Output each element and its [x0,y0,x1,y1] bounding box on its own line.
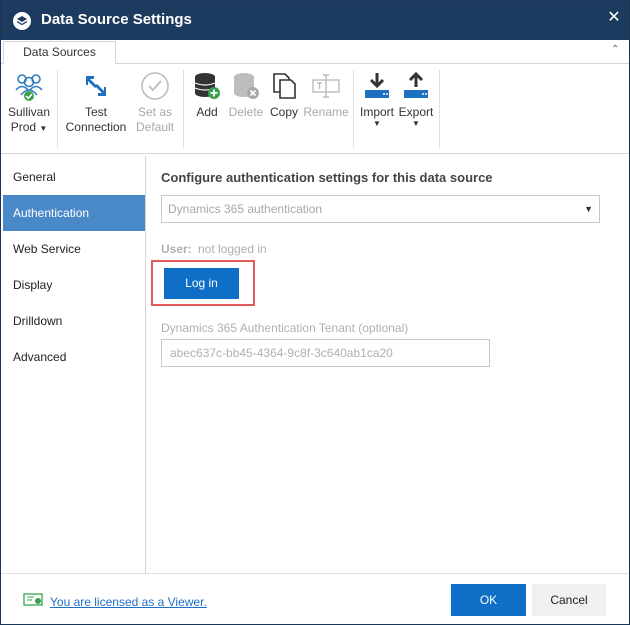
connection-test-icon [86,76,106,96]
chevron-down-icon: ▼ [412,119,420,128]
ribbon-separator [439,70,440,148]
close-icon[interactable]: ✕ [603,7,625,29]
user-label: User: [161,242,192,256]
sidebar-item-advanced[interactable]: Advanced [3,339,145,375]
rename-button[interactable]: Rename [302,70,350,120]
settings-sidebar: General Authentication Web Service Displ… [1,156,146,573]
data-source-dropdown[interactable]: Sullivan Prod ▼ [5,70,53,136]
authentication-panel: Configure authentication settings for th… [147,156,629,573]
dialog-footer: You are licensed as a Viewer. OK Cancel [1,573,629,624]
import-button[interactable]: Import ▼ [358,70,396,128]
window-title: Data Source Settings [41,11,192,28]
setdefault-line1: Set as [137,105,173,119]
add-label: Add [196,105,218,119]
copy-icon [273,73,296,99]
sidebar-item-general[interactable]: General [3,159,145,195]
login-button[interactable]: Log in [164,268,239,299]
check-circle-icon [141,72,169,100]
ribbon-tabstrip: Data Sources ⌃ [1,40,629,64]
ribbon-separator [57,70,58,148]
test-connection-button[interactable]: Test Connection [63,70,129,135]
import-label: Import [359,105,394,119]
ribbon-separator [183,70,184,148]
export-label: Export [398,105,434,119]
user-value: not logged in [198,242,267,256]
ribbon-separator [353,70,354,148]
panel-heading: Configure authentication settings for th… [161,170,493,185]
cancel-button[interactable]: Cancel [532,584,606,616]
title-bar: Data Source Settings ✕ [1,1,629,40]
collapse-ribbon-icon[interactable]: ⌃ [611,44,619,55]
sidebar-item-display[interactable]: Display [3,267,145,303]
license-link[interactable]: You are licensed as a Viewer. [50,595,207,609]
tenant-field[interactable]: abec637c-bb45-4364-9c8f-3c640ab1ca20 [161,339,490,367]
sidebar-item-authentication[interactable]: Authentication [3,195,145,231]
users-icon [15,74,43,101]
chevron-down-icon: ▼ [39,124,48,133]
import-icon [365,73,389,98]
ok-button[interactable]: OK [451,584,526,616]
add-button[interactable]: Add [191,70,223,120]
license-certificate-icon [23,593,43,606]
delete-label: Delete [228,105,264,119]
source-line2: Prod [10,120,37,134]
set-default-button[interactable]: Set as Default [133,70,177,135]
source-line1: Sullivan [7,105,51,119]
test-line2: Connection [65,120,127,134]
dialog-window: Data Source Settings ✕ Data Sources ⌃ Su… [0,0,630,625]
setdefault-line2: Default [135,120,175,134]
rename-label: Rename [303,105,349,119]
tab-data-sources[interactable]: Data Sources [3,41,116,64]
sidebar-item-drilldown[interactable]: Drilldown [3,303,145,339]
copy-label: Copy [269,105,298,119]
sidebar-item-web-service[interactable]: Web Service [3,231,145,267]
auth-method-select[interactable]: Dynamics 365 authentication ▼ [161,195,600,223]
database-add-icon [194,73,220,99]
export-icon [404,71,428,98]
chevron-down-icon: ▼ [373,119,381,128]
auth-method-value: Dynamics 365 authentication [168,202,323,216]
copy-button[interactable]: Copy [268,70,300,120]
chevron-down-icon: ▼ [584,204,593,214]
test-line1: Test [84,105,107,119]
delete-button[interactable]: Delete [227,70,265,120]
app-logo-icon [13,12,31,30]
ribbon-toolbar: Sullivan Prod ▼ Test Connection Set as D… [1,64,629,154]
rename-icon [312,74,340,98]
tenant-label: Dynamics 365 Authentication Tenant (opti… [161,321,409,335]
export-button[interactable]: Export ▼ [397,70,435,128]
database-delete-icon [234,73,259,99]
